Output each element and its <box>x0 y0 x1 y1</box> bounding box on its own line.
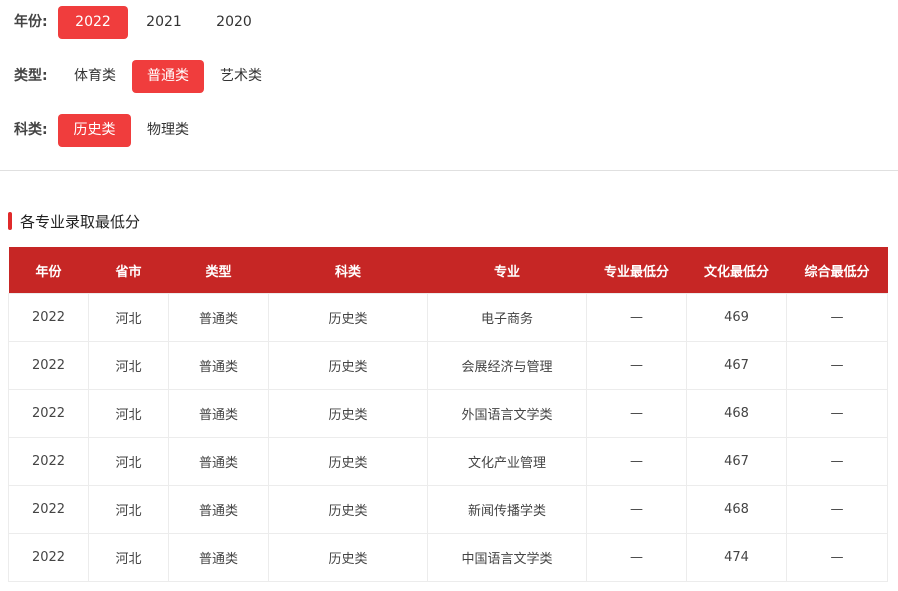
cell-major: 外国语言文学类 <box>427 389 587 438</box>
table-header-row: 年份 省市 类型 科类 专业 专业最低分 文化最低分 综合最低分 <box>8 247 888 294</box>
cell-major: 会展经济与管理 <box>427 341 587 390</box>
header-major-min-score: 专业最低分 <box>586 247 687 294</box>
table-row: 2022 河北 普通类 历史类 文化产业管理 — 467 — <box>8 437 888 486</box>
cell-province: 河北 <box>88 485 169 534</box>
header-type: 类型 <box>168 247 269 294</box>
cell-overall-min-score: — <box>786 389 888 438</box>
header-province: 省市 <box>88 247 169 294</box>
cell-major: 新闻传播学类 <box>427 485 587 534</box>
cell-type: 普通类 <box>168 293 269 342</box>
cell-culture-min-score: 468 <box>686 389 787 438</box>
cell-province: 河北 <box>88 293 169 342</box>
cell-overall-min-score: — <box>786 485 888 534</box>
admission-score-table: 年份 省市 类型 科类 专业 专业最低分 文化最低分 综合最低分 2022 河北… <box>8 247 888 582</box>
subject-option-physics[interactable]: 物理类 <box>133 114 203 147</box>
cell-major-min-score: — <box>586 341 687 390</box>
table-row: 2022 河北 普通类 历史类 外国语言文学类 — 468 — <box>8 389 888 438</box>
year-option-2020[interactable]: 2020 <box>200 6 268 39</box>
cell-type: 普通类 <box>168 389 269 438</box>
filter-label-subject: 科类: <box>14 122 48 138</box>
cell-type: 普通类 <box>168 485 269 534</box>
cell-culture-min-score: 474 <box>686 533 787 582</box>
cell-major-min-score: — <box>586 533 687 582</box>
cell-subject: 历史类 <box>268 437 428 486</box>
year-option-2022[interactable]: 2022 <box>58 6 128 39</box>
cell-subject: 历史类 <box>268 533 428 582</box>
cell-province: 河北 <box>88 437 169 486</box>
cell-major-min-score: — <box>586 437 687 486</box>
header-culture-min-score: 文化最低分 <box>686 247 787 294</box>
table-row: 2022 河北 普通类 历史类 电子商务 — 469 — <box>8 293 888 342</box>
header-subject: 科类 <box>268 247 428 294</box>
header-overall-min-score: 综合最低分 <box>786 247 888 294</box>
table-row: 2022 河北 普通类 历史类 会展经济与管理 — 467 — <box>8 341 888 390</box>
cell-type: 普通类 <box>168 341 269 390</box>
cell-type: 普通类 <box>168 533 269 582</box>
cell-type: 普通类 <box>168 437 269 486</box>
cell-province: 河北 <box>88 341 169 390</box>
filter-label-type: 类型: <box>14 68 48 84</box>
header-year: 年份 <box>8 247 89 294</box>
type-option-sports[interactable]: 体育类 <box>60 60 130 93</box>
header-major: 专业 <box>427 247 587 294</box>
type-option-general[interactable]: 普通类 <box>132 60 204 93</box>
cell-year: 2022 <box>8 341 89 390</box>
section-divider <box>0 170 898 171</box>
cell-overall-min-score: — <box>786 533 888 582</box>
cell-province: 河北 <box>88 389 169 438</box>
cell-major: 文化产业管理 <box>427 437 587 486</box>
cell-major-min-score: — <box>586 485 687 534</box>
cell-year: 2022 <box>8 485 89 534</box>
table-row: 2022 河北 普通类 历史类 新闻传播学类 — 468 — <box>8 485 888 534</box>
section-title: 各专业录取最低分 <box>8 211 140 231</box>
cell-year: 2022 <box>8 437 89 486</box>
filter-label-year: 年份: <box>14 14 48 30</box>
type-option-art[interactable]: 艺术类 <box>206 60 276 93</box>
cell-major: 电子商务 <box>427 293 587 342</box>
cell-overall-min-score: — <box>786 437 888 486</box>
cell-major: 中国语言文学类 <box>427 533 587 582</box>
cell-year: 2022 <box>8 533 89 582</box>
cell-province: 河北 <box>88 533 169 582</box>
subject-option-history[interactable]: 历史类 <box>58 114 131 147</box>
year-option-2021[interactable]: 2021 <box>130 6 198 39</box>
cell-subject: 历史类 <box>268 341 428 390</box>
section-title-accent-bar <box>8 212 12 230</box>
cell-year: 2022 <box>8 293 89 342</box>
cell-subject: 历史类 <box>268 293 428 342</box>
cell-culture-min-score: 467 <box>686 341 787 390</box>
cell-overall-min-score: — <box>786 293 888 342</box>
cell-year: 2022 <box>8 389 89 438</box>
cell-major-min-score: — <box>586 293 687 342</box>
cell-subject: 历史类 <box>268 389 428 438</box>
cell-major-min-score: — <box>586 389 687 438</box>
section-title-text: 各专业录取最低分 <box>20 212 141 231</box>
cell-subject: 历史类 <box>268 485 428 534</box>
cell-overall-min-score: — <box>786 341 888 390</box>
cell-culture-min-score: 467 <box>686 437 787 486</box>
cell-culture-min-score: 469 <box>686 293 787 342</box>
table-row: 2022 河北 普通类 历史类 中国语言文学类 — 474 — <box>8 533 888 582</box>
cell-culture-min-score: 468 <box>686 485 787 534</box>
